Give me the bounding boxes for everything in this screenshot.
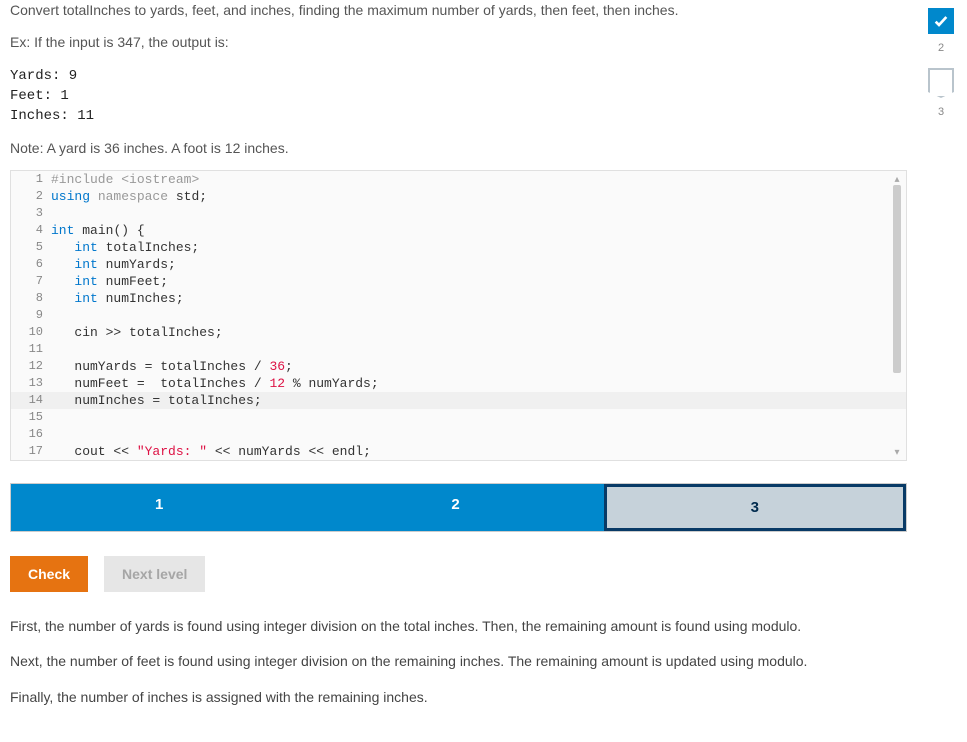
line-number: 12 — [11, 358, 51, 375]
scroll-thumb[interactable] — [893, 185, 901, 373]
code-line[interactable]: 11 — [11, 341, 906, 358]
next-level-button: Next level — [104, 556, 205, 592]
code-line[interactable]: 16 — [11, 426, 906, 443]
code-line[interactable]: 13 numFeet = totalInches / 12 % numYards… — [11, 375, 906, 392]
code-content[interactable] — [51, 205, 906, 222]
line-number: 17 — [11, 443, 51, 460]
code-line[interactable]: 17 cout << "Yards: " << numYards << endl… — [11, 443, 906, 460]
line-number: 8 — [11, 290, 51, 307]
editor-scrollbar[interactable]: ▴ ▾ — [890, 173, 904, 458]
scroll-up-icon[interactable]: ▴ — [891, 173, 903, 185]
line-number: 4 — [11, 222, 51, 239]
code-line[interactable]: 8 int numInches; — [11, 290, 906, 307]
line-number: 1 — [11, 171, 51, 188]
code-content[interactable]: int numYards; — [51, 256, 906, 273]
line-number: 6 — [11, 256, 51, 273]
explanation-paragraph: Finally, the number of inches is assigne… — [10, 685, 907, 710]
progress-label: 3 — [938, 106, 944, 118]
problem-description: Convert totalInches to yards, feet, and … — [10, 0, 907, 22]
progress-label: 2 — [938, 42, 944, 54]
code-content[interactable]: int main() { — [51, 222, 906, 239]
code-content[interactable]: int numFeet; — [51, 273, 906, 290]
line-number: 11 — [11, 341, 51, 358]
code-line[interactable]: 2using namespace std; — [11, 188, 906, 205]
code-content[interactable]: #include <iostream> — [51, 171, 906, 188]
code-line[interactable]: 9 — [11, 307, 906, 324]
code-content[interactable] — [51, 341, 906, 358]
code-content[interactable]: cout << "Yards: " << numYards << endl; — [51, 443, 906, 460]
example-lead: Ex: If the input is 347, the output is: — [10, 32, 907, 54]
code-line[interactable]: 14 numInches = totalInches; — [11, 392, 906, 409]
code-line[interactable]: 4int main() { — [11, 222, 906, 239]
explanation-paragraph: Next, the number of feet is found using … — [10, 649, 907, 674]
code-content[interactable]: using namespace std; — [51, 188, 906, 205]
code-line[interactable]: 12 numYards = totalInches / 36; — [11, 358, 906, 375]
code-content[interactable]: cin >> totalInches; — [51, 324, 906, 341]
code-content[interactable]: int numInches; — [51, 290, 906, 307]
progress-bookmark-icon[interactable] — [928, 68, 954, 98]
code-line[interactable]: 6 int numYards; — [11, 256, 906, 273]
code-line[interactable]: 5 int totalInches; — [11, 239, 906, 256]
level-tab-3[interactable]: 3 — [604, 484, 906, 531]
code-line[interactable]: 7 int numFeet; — [11, 273, 906, 290]
level-tab-bar: 123 — [10, 483, 907, 532]
code-line[interactable]: 15 — [11, 409, 906, 426]
line-number: 5 — [11, 239, 51, 256]
progress-check-icon[interactable] — [928, 8, 954, 34]
code-line[interactable]: 10 cin >> totalInches; — [11, 324, 906, 341]
code-content[interactable]: numYards = totalInches / 36; — [51, 358, 906, 375]
line-number: 9 — [11, 307, 51, 324]
line-number: 14 — [11, 392, 51, 409]
solution-explanation: First, the number of yards is found usin… — [10, 614, 907, 710]
level-tab-1[interactable]: 1 — [11, 484, 307, 531]
level-tab-2[interactable]: 2 — [307, 484, 603, 531]
code-line[interactable]: 3 — [11, 205, 906, 222]
code-line[interactable]: 1#include <iostream> — [11, 171, 906, 188]
scroll-down-icon[interactable]: ▾ — [891, 446, 903, 458]
code-editor[interactable]: 1#include <iostream>2using namespace std… — [10, 170, 907, 461]
code-content[interactable] — [51, 426, 906, 443]
code-content[interactable]: numFeet = totalInches / 12 % numYards; — [51, 375, 906, 392]
line-number: 3 — [11, 205, 51, 222]
check-button[interactable]: Check — [10, 556, 88, 592]
line-number: 2 — [11, 188, 51, 205]
code-content[interactable] — [51, 307, 906, 324]
code-content[interactable]: numInches = totalInches; — [51, 392, 906, 409]
code-content[interactable] — [51, 409, 906, 426]
example-output: Yards: 9 Feet: 1 Inches: 11 — [10, 67, 907, 126]
line-number: 16 — [11, 426, 51, 443]
line-number: 10 — [11, 324, 51, 341]
explanation-paragraph: First, the number of yards is found usin… — [10, 614, 907, 639]
line-number: 13 — [11, 375, 51, 392]
problem-note: Note: A yard is 36 inches. A foot is 12 … — [10, 140, 907, 156]
line-number: 7 — [11, 273, 51, 290]
code-content[interactable]: int totalInches; — [51, 239, 906, 256]
line-number: 15 — [11, 409, 51, 426]
